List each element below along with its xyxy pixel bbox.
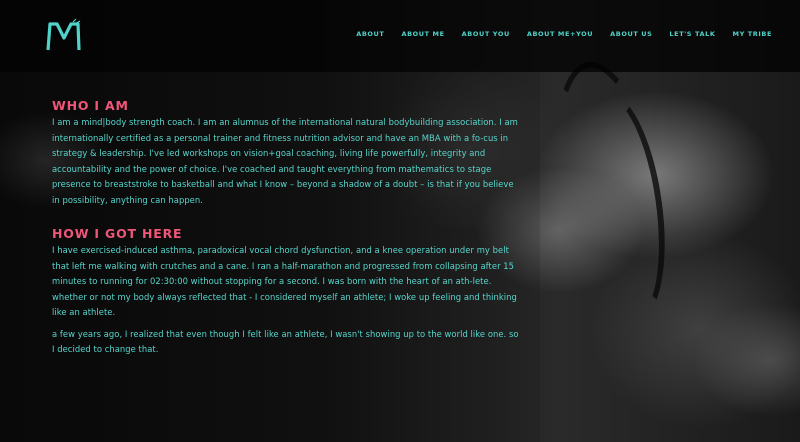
section-paragraph: I am a mind|body strength coach. I am an… (52, 117, 518, 205)
nav-about-me[interactable]: ABOUT ME (401, 30, 444, 38)
section-title: HOW I GOT HERE (52, 226, 183, 241)
nav-about[interactable]: ABOUT (356, 30, 384, 38)
nav-about-us[interactable]: ABOUT US (610, 30, 652, 38)
nav-about-me-you[interactable]: ABOUT ME+YOU (527, 30, 593, 38)
section-who-i-am: WHO I AM I am a mind|body strength coach… (52, 98, 522, 208)
section-title: WHO I AM (52, 98, 129, 113)
section-how-i-got-here: HOW I GOT HERE I have exercised-induced … (52, 226, 522, 358)
nav-my-tribe[interactable]: MY TRIBE (733, 30, 773, 38)
site-header: ABOUT ABOUT ME ABOUT YOU ABOUT ME+YOU AB… (0, 0, 800, 72)
main-nav: ABOUT ABOUT ME ABOUT YOU ABOUT ME+YOU AB… (339, 30, 772, 38)
nav-about-you[interactable]: ABOUT YOU (462, 30, 510, 38)
section-paragraph: I have exercised-induced asthma, paradox… (52, 245, 517, 317)
section-paragraph: a few years ago, I realized that even th… (52, 328, 519, 355)
page: ABOUT ABOUT ME ABOUT YOU ABOUT ME+YOU AB… (0, 0, 800, 442)
m-logo-icon[interactable] (44, 18, 84, 54)
main-content: WHO I AM I am a mind|body strength coach… (52, 98, 522, 364)
nav-lets-talk[interactable]: LET'S TALK (669, 30, 715, 38)
